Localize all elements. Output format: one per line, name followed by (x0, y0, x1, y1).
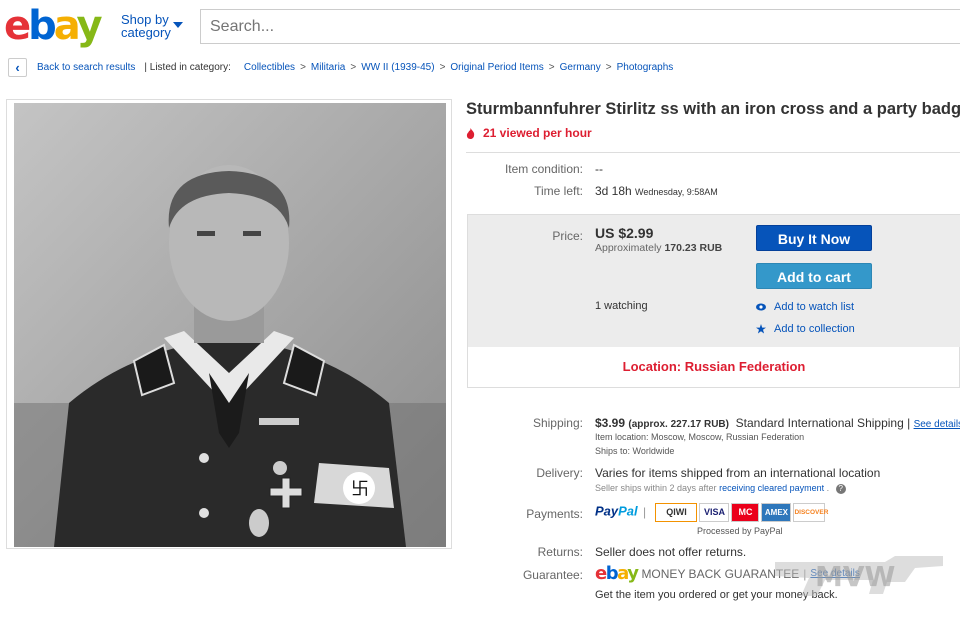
crumb-photographs[interactable]: Photographs (617, 62, 674, 73)
paypal-logo: PayPal (595, 503, 638, 519)
shipping-cost: $3.99 (approx. 227.17 RUB) Standard Inte… (595, 416, 960, 430)
buy-it-now-button[interactable]: Buy It Now (756, 225, 872, 251)
search-input[interactable] (200, 9, 960, 44)
add-to-cart-button[interactable]: Add to cart (756, 263, 872, 289)
item-location: Item location: Moscow, Moscow, Russian F… (595, 432, 805, 442)
price-label: Price: (552, 229, 583, 243)
item-photo[interactable]: 卐 (14, 103, 446, 547)
guarantee-label: Guarantee: (522, 568, 583, 582)
item-image-frame: 卐 (6, 99, 452, 549)
item-title: Sturmbannfuhrer Stirlitz ss with an iron… (466, 100, 960, 118)
breadcrumb: ‹ Back to search results | Listed in cat… (8, 56, 673, 78)
crumb-collectibles[interactable]: Collectibles (244, 62, 295, 73)
time-left-label: Time left: (534, 184, 583, 198)
site-header: ebay Shop by category (0, 0, 960, 50)
viewed-per-hour: 21 viewed per hour (466, 126, 592, 140)
ships-to: Ships to: Worldwide (595, 446, 675, 456)
visa-icon: VISA (699, 503, 730, 522)
back-button[interactable]: ‹ (8, 57, 27, 77)
payment-methods: PayPal | QIWI VISA MC AMEX DISCOVER (595, 503, 828, 522)
chevron-left-icon: ‹ (15, 59, 20, 75)
price-value: US $2.99 (595, 225, 654, 241)
watching-count: 1 watching (595, 300, 648, 312)
mastercard-icon: MC (731, 503, 760, 522)
cleared-payment-link[interactable]: receiving cleared payment (719, 483, 824, 493)
delivery-note: Seller ships within 2 days after receivi… (595, 483, 846, 494)
payments-label: Payments: (526, 507, 583, 521)
shop-by-category-button[interactable]: Shop by category (121, 13, 183, 39)
location-banner: Location: Russian Federation (622, 359, 806, 374)
crumb-ww2[interactable]: WW II (1939-45) (361, 62, 434, 73)
watermark-logo: MVW (765, 540, 955, 612)
price-approx: Approximately 170.23 RUB (595, 242, 723, 254)
portrait-image: 卐 (14, 103, 446, 547)
amex-icon: AMEX (761, 503, 792, 522)
back-to-search-link[interactable]: Back to search results (37, 62, 135, 73)
star-icon (756, 324, 766, 334)
crumb-germany[interactable]: Germany (560, 62, 601, 73)
add-to-collection-link[interactable]: Add to collection (756, 323, 855, 335)
returns-value: Seller does not offer returns. (595, 545, 747, 559)
delivery-label: Delivery: (536, 466, 583, 480)
shipping-see-details-link[interactable]: See details (914, 419, 960, 430)
returns-label: Returns: (537, 545, 583, 559)
shipping-label: Shipping: (532, 416, 583, 430)
price-box-top: Price: US $2.99 Approximately 170.23 RUB… (468, 215, 960, 347)
watermark-text: MVW (815, 560, 896, 593)
condition-value: -- (595, 162, 603, 176)
qiwi-icon: QIWI (655, 503, 698, 522)
eye-icon (756, 303, 766, 311)
crumb-original-period-items[interactable]: Original Period Items (450, 62, 543, 73)
crumb-militaria[interactable]: Militaria (311, 62, 345, 73)
add-to-watch-list-link[interactable]: Add to watch list (756, 301, 854, 313)
svg-text:卐: 卐 (351, 479, 369, 500)
fire-icon (466, 127, 475, 139)
ebay-logo[interactable]: ebay (4, 4, 103, 48)
time-left-value: 3d 18h Wednesday, 9:58AM (595, 184, 718, 198)
price-box: Price: US $2.99 Approximately 170.23 RUB… (467, 214, 960, 388)
processed-by-paypal: Processed by PayPal (697, 526, 783, 536)
discover-icon: DISCOVER (793, 503, 828, 522)
divider (466, 152, 960, 153)
ebay-mbg-logo: ebay (595, 563, 639, 584)
chevron-down-icon (173, 22, 183, 28)
help-icon[interactable]: ? (835, 484, 846, 494)
delivery-value: Varies for items shipped from an interna… (595, 466, 881, 480)
condition-label: Item condition: (504, 162, 583, 176)
